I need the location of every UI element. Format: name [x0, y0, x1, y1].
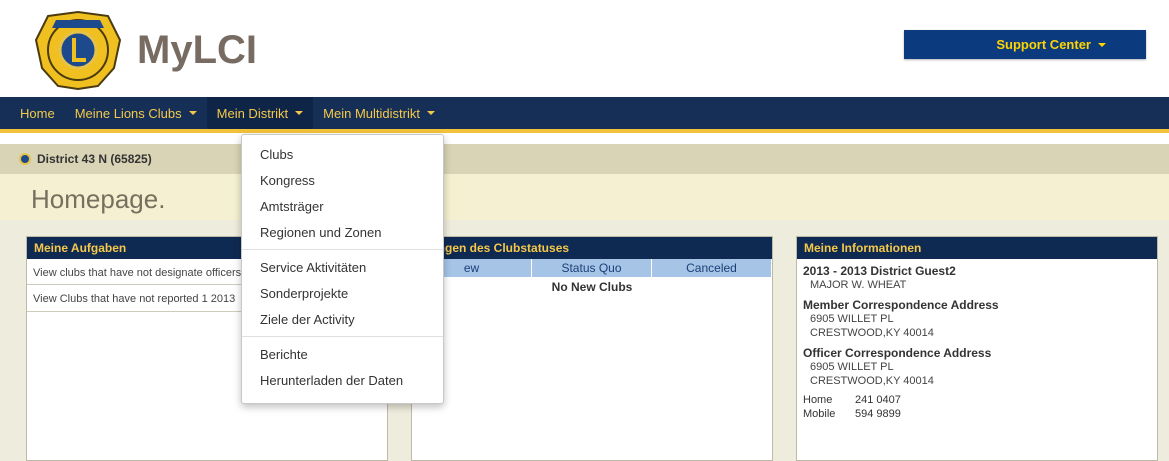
tab-canceled[interactable]: Canceled	[652, 259, 772, 277]
menu-item-regions-zones[interactable]: Regionen und Zonen	[242, 219, 443, 245]
nav-multidistrict-label: Mein Multidistrikt	[323, 105, 420, 121]
menu-item-officers[interactable]: Amtsträger	[242, 193, 443, 219]
member-address-line2: CRESTWOOD,KY 40014	[810, 327, 934, 339]
menu-item-reports[interactable]: Berichte	[242, 341, 443, 367]
officer-address-line2: CRESTWOOD,KY 40014	[810, 375, 934, 387]
mobile-phone-label: Mobile	[803, 408, 836, 420]
page-title: Homepage.	[31, 184, 166, 214]
empty-state: No New Clubs	[551, 280, 633, 294]
district-icon	[19, 153, 31, 165]
my-information-panel: Meine Informationen 2013 - 2013 District…	[796, 236, 1158, 461]
menu-divider	[242, 336, 443, 337]
caret-down-icon	[295, 111, 304, 115]
nav-home-label: Home	[20, 105, 55, 121]
nav-my-district[interactable]: Mein Distrikt	[206, 97, 314, 129]
district-dropdown-menu: Clubs Kongress Amtsträger Regionen und Z…	[241, 134, 444, 404]
menu-item-download-data[interactable]: Herunterladen der Daten	[242, 367, 443, 393]
officer-address-heading: Officer Correspondence Address	[803, 346, 992, 360]
title-bar	[0, 174, 1169, 220]
club-status-panel-title: erungen des Clubstatuses	[412, 237, 772, 259]
breadcrumb-label: District 43 N (65825)	[37, 152, 152, 166]
nav-district-label: Mein Distrikt	[216, 105, 289, 121]
nav-home[interactable]: Home	[0, 97, 65, 129]
home-phone-value: 241 0407	[855, 394, 901, 406]
mobile-phone-value: 594 9899	[855, 408, 901, 420]
officer-address-line1: 6905 WILLET PL	[810, 361, 894, 373]
role-heading: 2013 - 2013 District Guest2	[803, 264, 956, 278]
info-panel-title: Meine Informationen	[797, 237, 1157, 259]
tab-status-quo[interactable]: Status Quo	[532, 259, 652, 277]
nav-my-multidistrict[interactable]: Mein Multidistrikt	[313, 97, 445, 129]
mobile-phone-row: Mobile 594 9899	[803, 408, 1151, 420]
breadcrumb-bar	[0, 144, 1169, 174]
caret-down-icon	[1098, 42, 1106, 47]
member-address-heading: Member Correspondence Address	[803, 298, 999, 312]
header: MyLCI Support Center	[0, 0, 1169, 97]
menu-item-activity-goals[interactable]: Ziele der Activity	[242, 306, 443, 332]
info-body: 2013 - 2013 District Guest2 MAJOR W. WHE…	[797, 259, 1157, 425]
lions-logo-icon[interactable]	[30, 10, 126, 90]
page: MyLCI Support Center Home Meine Lions Cl…	[0, 0, 1169, 461]
menu-item-clubs[interactable]: Clubs	[242, 141, 443, 167]
support-center-button[interactable]: Support Center	[904, 30, 1146, 59]
menu-item-service-activities[interactable]: Service Aktivitäten	[242, 254, 443, 280]
caret-down-icon	[188, 111, 197, 115]
support-center-label: Support Center	[996, 37, 1091, 52]
status-tabs: ew Status Quo Canceled	[412, 259, 772, 277]
nav-my-lions-clubs[interactable]: Meine Lions Clubs	[65, 97, 207, 129]
home-phone-row: Home 241 0407	[803, 394, 1151, 406]
member-address-line1: 6905 WILLET PL	[810, 313, 894, 325]
menu-divider	[242, 249, 443, 250]
caret-down-icon	[426, 111, 435, 115]
member-name: MAJOR W. WHEAT	[810, 279, 907, 291]
menu-item-special-projects[interactable]: Sonderprojekte	[242, 280, 443, 306]
home-phone-label: Home	[803, 394, 833, 406]
breadcrumb: District 43 N (65825)	[19, 152, 152, 166]
club-status-panel: erungen des Clubstatuses ew Status Quo C…	[411, 236, 773, 461]
brand-title[interactable]: MyLCI	[137, 28, 257, 73]
menu-item-congress[interactable]: Kongress	[242, 167, 443, 193]
nav-clubs-label: Meine Lions Clubs	[74, 105, 182, 121]
main-navbar: Home Meine Lions Clubs Mein Distrikt Mei…	[0, 97, 1169, 133]
